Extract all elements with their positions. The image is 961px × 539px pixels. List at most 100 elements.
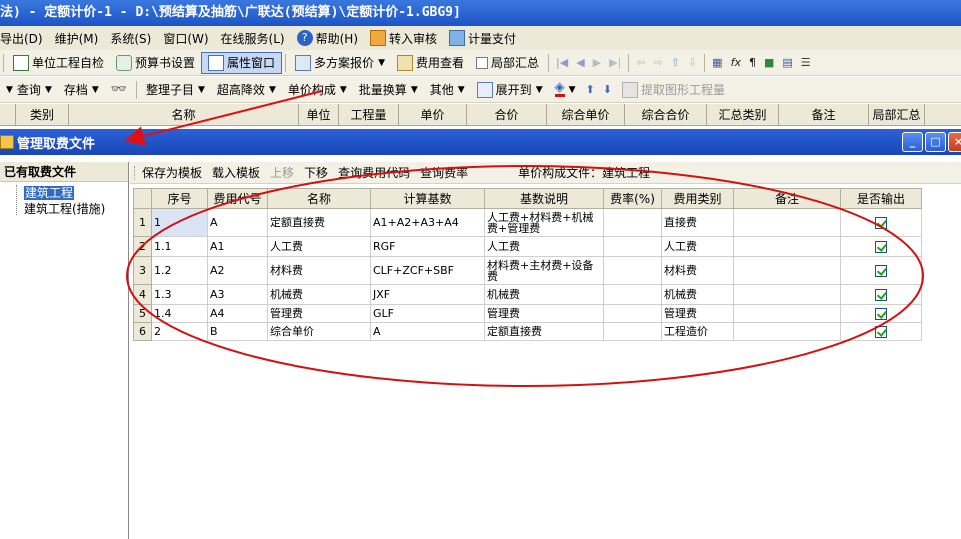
menu-transfer-review[interactable]: 转入审核 bbox=[370, 30, 443, 47]
cell-code[interactable]: A3 bbox=[207, 284, 268, 305]
header-note[interactable]: 备注 bbox=[733, 188, 841, 209]
cell-desc[interactable]: 管理费 bbox=[484, 304, 604, 323]
table-row[interactable]: 2 1.1 A1 人工费 RGF 人工费 人工费 bbox=[133, 236, 922, 257]
col-category[interactable]: 类别 bbox=[16, 104, 69, 125]
list-icon[interactable]: ☰ bbox=[797, 56, 815, 69]
cell-name[interactable]: 综合单价 bbox=[267, 322, 371, 341]
close-button[interactable]: × bbox=[948, 132, 961, 152]
menu-system[interactable]: 系统(S) bbox=[110, 30, 157, 47]
formula-icon[interactable]: fx bbox=[727, 56, 745, 69]
cell-rate[interactable] bbox=[603, 322, 662, 341]
move-up-icon[interactable]: ⬆ bbox=[582, 83, 599, 96]
move-down-button[interactable]: 下移 bbox=[299, 164, 333, 181]
cell-desc[interactable]: 机械费 bbox=[484, 284, 604, 305]
cell-base[interactable]: JXF bbox=[370, 284, 485, 305]
query-menu[interactable]: ▼ 查询 ▼ bbox=[0, 79, 58, 101]
load-template-button[interactable]: 载入模板 bbox=[207, 164, 265, 181]
cell-seq[interactable]: 1 bbox=[151, 208, 208, 237]
cell-seq[interactable]: 1.2 bbox=[151, 256, 208, 285]
table-row[interactable]: 1 1 A 定额直接费 A1+A2+A3+A4 人工费+材料费+机械费+管理费 直接费 bbox=[133, 208, 922, 237]
report-icon[interactable]: ▤ bbox=[778, 56, 796, 69]
cell-note[interactable] bbox=[733, 208, 841, 237]
output-checkbox[interactable] bbox=[875, 264, 887, 277]
calculator-icon[interactable]: ▦ bbox=[708, 56, 726, 69]
col-name[interactable]: 名称 bbox=[69, 104, 299, 125]
output-checkbox[interactable] bbox=[875, 307, 887, 320]
move-down-icon[interactable]: ⬇ bbox=[599, 83, 616, 96]
property-window-button[interactable]: 属性窗口 bbox=[201, 51, 283, 74]
header-code[interactable]: 费用代号 bbox=[207, 188, 268, 209]
menu-export[interactable]: 导出(D) bbox=[0, 30, 49, 47]
cell-seq[interactable]: 1.3 bbox=[151, 284, 208, 305]
menu-window[interactable]: 窗口(W) bbox=[163, 30, 214, 47]
cell-name[interactable]: 机械费 bbox=[267, 284, 371, 305]
lower-cost-menu[interactable]: 超高降效 ▼ bbox=[211, 79, 282, 101]
cell-name[interactable]: 人工费 bbox=[267, 236, 371, 257]
menu-maintain[interactable]: 维护(M) bbox=[55, 30, 105, 47]
query-rate-button[interactable]: 查询费率 bbox=[415, 164, 473, 181]
col-unit[interactable]: 单位 bbox=[299, 104, 339, 125]
header-base[interactable]: 计算基数 bbox=[370, 188, 485, 209]
cell-rate[interactable] bbox=[603, 208, 662, 237]
header-desc[interactable]: 基数说明 bbox=[484, 188, 604, 209]
cell-rate[interactable] bbox=[603, 284, 662, 305]
menu-measure-pay[interactable]: 计量支付 bbox=[449, 30, 522, 47]
output-checkbox[interactable] bbox=[875, 325, 887, 338]
last-icon[interactable]: ▶| bbox=[605, 56, 625, 69]
cell-note[interactable] bbox=[733, 284, 841, 305]
cell-category[interactable]: 人工费 bbox=[661, 236, 734, 257]
cell-name[interactable]: 管理费 bbox=[267, 304, 371, 323]
col-note[interactable]: 备注 bbox=[779, 104, 869, 125]
cell-note[interactable] bbox=[733, 304, 841, 323]
fee-view-button[interactable]: 费用查看 bbox=[391, 52, 470, 74]
tree-item-building[interactable]: 建筑工程 bbox=[14, 185, 128, 201]
unit-check-button[interactable]: 单位工程自检 bbox=[7, 52, 110, 74]
extract-quantity-button[interactable]: 提取图形工程量 bbox=[616, 79, 731, 101]
cell-category[interactable]: 管理费 bbox=[661, 304, 734, 323]
minimize-button[interactable]: _ bbox=[902, 132, 923, 152]
cell-base[interactable]: GLF bbox=[370, 304, 485, 323]
cell-desc[interactable]: 定额直接费 bbox=[484, 322, 604, 341]
down-icon[interactable]: ⇩ bbox=[684, 56, 701, 69]
save-menu[interactable]: 存档 ▼ bbox=[58, 79, 105, 101]
col-quantity[interactable]: 工程量 bbox=[339, 104, 399, 125]
header-rate[interactable]: 费率(%) bbox=[603, 188, 662, 209]
cell-seq[interactable]: 2 bbox=[151, 322, 208, 341]
up-icon[interactable]: ⇧ bbox=[667, 56, 684, 69]
right-icon[interactable]: ⇨ bbox=[650, 56, 667, 69]
first-icon[interactable]: |◀ bbox=[552, 56, 572, 69]
maximize-button[interactable]: □ bbox=[925, 132, 946, 152]
cell-rate[interactable] bbox=[603, 304, 662, 323]
cell-code[interactable]: A4 bbox=[207, 304, 268, 323]
col-partial-summary[interactable]: 局部汇总 bbox=[869, 104, 925, 125]
cell-code[interactable]: B bbox=[207, 322, 268, 341]
cell-rate[interactable] bbox=[603, 256, 662, 285]
cell-seq[interactable]: 1.1 bbox=[151, 236, 208, 257]
header-name[interactable]: 名称 bbox=[267, 188, 371, 209]
table-row[interactable]: 5 1.4 A4 管理费 GLF 管理费 管理费 bbox=[133, 304, 922, 323]
cell-name[interactable]: 定额直接费 bbox=[267, 208, 371, 237]
cell-note[interactable] bbox=[733, 322, 841, 341]
move-up-button[interactable]: 上移 bbox=[265, 164, 299, 181]
output-checkbox[interactable] bbox=[875, 216, 887, 229]
cell-base[interactable]: A1+A2+A3+A4 bbox=[370, 208, 485, 237]
header-seq[interactable]: 序号 bbox=[151, 188, 208, 209]
cell-note[interactable] bbox=[733, 256, 841, 285]
tree-item-building-measures[interactable]: 建筑工程(措施) bbox=[14, 201, 128, 217]
cell-name[interactable]: 材料费 bbox=[267, 256, 371, 285]
expand-to-menu[interactable]: 展开到 ▼ bbox=[471, 79, 549, 101]
table-row[interactable]: 4 1.3 A3 机械费 JXF 机械费 机械费 bbox=[133, 284, 922, 305]
cell-code[interactable]: A2 bbox=[207, 256, 268, 285]
left-icon[interactable]: ⇦ bbox=[632, 56, 649, 69]
binoculars-button[interactable]: 👓 bbox=[105, 79, 133, 101]
output-checkbox[interactable] bbox=[875, 240, 887, 253]
cell-category[interactable]: 机械费 bbox=[661, 284, 734, 305]
fill-color-button[interactable]: ◈ ▼ bbox=[549, 79, 582, 101]
unit-composition-menu[interactable]: 单价构成 ▼ bbox=[282, 79, 353, 101]
cell-category[interactable]: 直接费 bbox=[661, 208, 734, 237]
cell-rate[interactable] bbox=[603, 236, 662, 257]
batch-convert-menu[interactable]: 批量换算 ▼ bbox=[353, 79, 424, 101]
paragraph-icon[interactable]: ¶ bbox=[745, 56, 760, 69]
cell-desc[interactable]: 人工费+材料费+机械费+管理费 bbox=[484, 208, 604, 237]
save-template-button[interactable]: 保存为模板 bbox=[137, 164, 207, 181]
